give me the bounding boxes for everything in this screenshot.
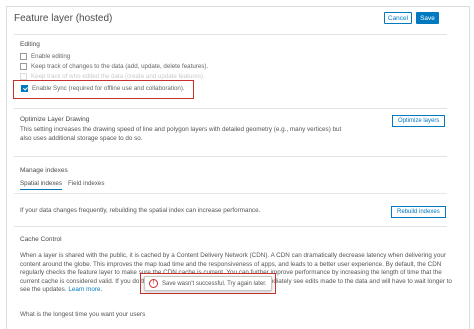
tab-field-indexes[interactable]: Field indexes	[68, 180, 104, 187]
track-changes-checkbox[interactable]	[20, 63, 27, 70]
indexes-description: If your data changes frequently, rebuild…	[20, 207, 261, 214]
divider	[14, 108, 447, 109]
enable-editing-checkbox[interactable]	[20, 53, 27, 60]
learn-more-link[interactable]: Learn more.	[68, 286, 102, 293]
track-editors-option[interactable]: Keep track of who edited the data (creat…	[20, 73, 205, 80]
rebuild-indexes-button[interactable]: Rebuild indexes	[391, 206, 446, 218]
enable-editing-label: Enable editing	[31, 53, 71, 60]
enable-sync-label: Enable Sync (required for offline use an…	[32, 85, 185, 92]
error-toast: ! Save wasn't successful. Try again late…	[144, 276, 272, 291]
track-changes-option[interactable]: Keep track of changes to the data (add, …	[20, 63, 208, 70]
enable-editing-option[interactable]: Enable editing	[20, 53, 70, 60]
enable-sync-option[interactable]: Enable Sync (required for offline use an…	[21, 85, 185, 92]
indexes-heading: Manage indexes	[20, 167, 68, 174]
enable-sync-checkbox[interactable]	[21, 85, 28, 92]
editing-heading: Editing	[20, 41, 40, 48]
alert-icon: !	[149, 279, 158, 288]
tab-spatial-indexes[interactable]: Spatial indexes	[20, 180, 62, 190]
save-button[interactable]: Save	[416, 12, 439, 24]
cache-heading: Cache Control	[20, 236, 62, 243]
divider	[14, 156, 447, 157]
optimize-heading: Optimize Layer Drawing	[20, 116, 90, 123]
divider	[14, 34, 447, 35]
divider	[14, 226, 447, 227]
track-editors-label: Keep track of who edited the data (creat…	[31, 73, 205, 80]
cache-question: What is the longest time you want your u…	[20, 311, 146, 318]
optimize-layers-button[interactable]: Optimize layers	[392, 115, 446, 127]
optimize-description: This setting increases the drawing speed…	[20, 126, 342, 142]
track-editors-checkbox[interactable]	[20, 73, 27, 80]
page-title: Feature layer (hosted)	[14, 13, 113, 24]
tabs-divider	[14, 193, 447, 194]
track-changes-label: Keep track of changes to the data (add, …	[31, 63, 209, 70]
toast-message: Save wasn't successful. Try again later.	[162, 280, 267, 287]
cancel-button[interactable]: Cancel	[384, 12, 412, 24]
